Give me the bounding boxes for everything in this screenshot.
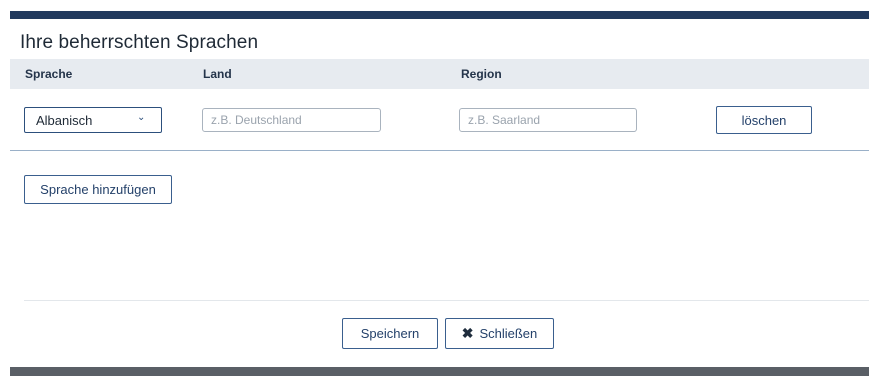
column-header-language: Sprache: [25, 67, 73, 81]
table-header-row: [10, 59, 869, 89]
region-input[interactable]: [459, 108, 637, 132]
dialog-title: Ihre beherrschten Sprachen: [20, 32, 259, 53]
add-language-button[interactable]: Sprache hinzufügen: [24, 175, 172, 204]
footer-divider: [24, 300, 869, 301]
country-input[interactable]: [202, 108, 381, 132]
add-language-label: Sprache hinzufügen: [40, 182, 156, 197]
dialog-bottom-bar: [10, 367, 869, 376]
table-divider: [10, 150, 869, 151]
close-button-label: Schließen: [479, 326, 538, 341]
language-select-value: Albanisch: [36, 113, 93, 128]
close-button[interactable]: ✖ Schließen: [445, 318, 554, 349]
language-select[interactable]: Albanisch ⌄: [24, 107, 162, 133]
delete-button-label: löschen: [741, 112, 787, 128]
chevron-down-icon: ⌄: [137, 112, 146, 123]
save-button-label: Speichern: [360, 326, 420, 341]
column-header-country: Land: [203, 67, 232, 81]
column-header-region: Region: [461, 67, 502, 81]
dialog-top-bar: [10, 11, 869, 19]
delete-language-button[interactable]: löschen: [716, 106, 812, 134]
save-button[interactable]: Speichern: [342, 318, 438, 349]
close-icon: ✖: [461, 325, 474, 341]
